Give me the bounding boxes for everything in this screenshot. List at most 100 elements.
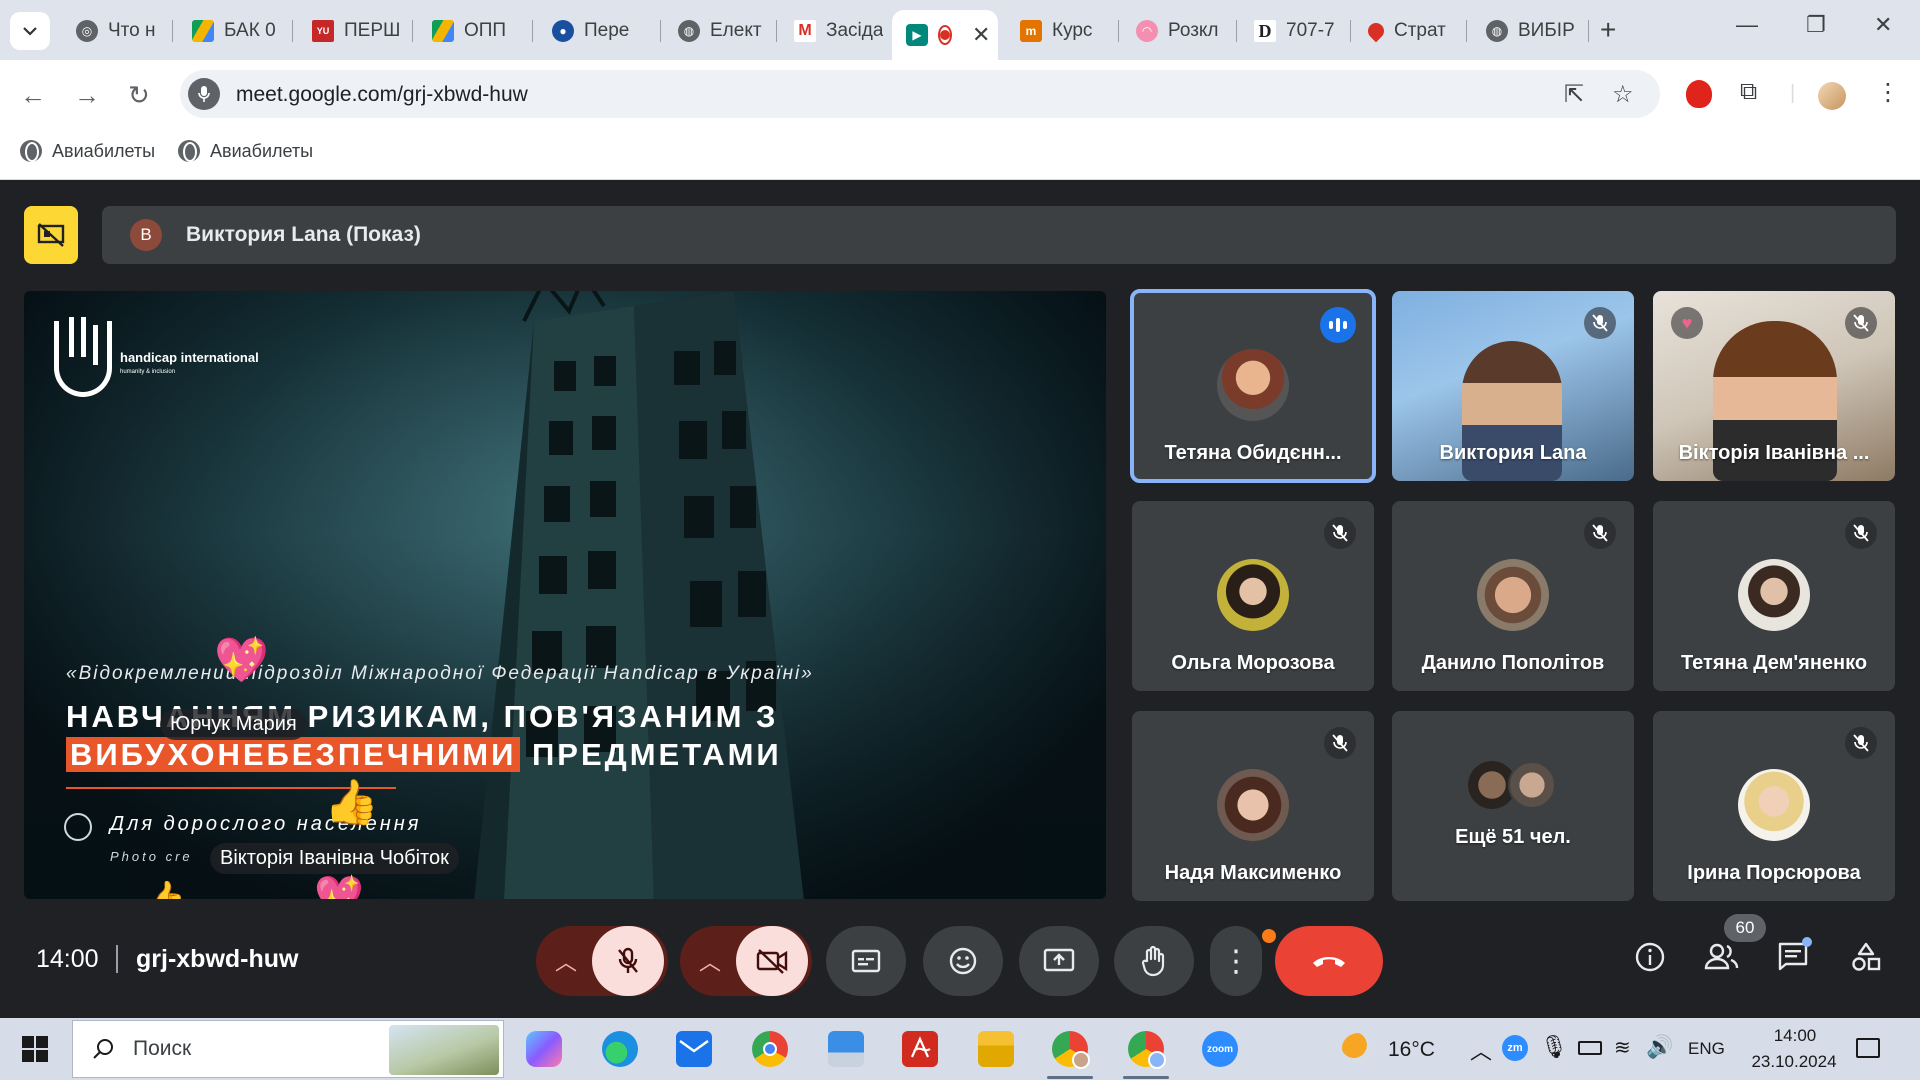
d-icon: D: [1254, 20, 1276, 42]
chevron-up-icon[interactable]: ︿: [1470, 1034, 1492, 1066]
more-participants-tile[interactable]: Ещё 51 чел.: [1392, 711, 1634, 901]
tab-divider: [1236, 20, 1237, 42]
participant-tile[interactable]: Тетяна Обидєнн...: [1130, 289, 1376, 483]
tab-divider: [1118, 20, 1119, 42]
participant-tile[interactable]: ♥ Вікторія Іванівна ...: [1653, 291, 1895, 481]
mic-off-icon: [1324, 517, 1356, 549]
activities-icon[interactable]: [1850, 941, 1882, 978]
open-in-app-icon[interactable]: ⇱: [1564, 80, 1584, 109]
participant-tile[interactable]: Тетяна Дем'яненко: [1653, 501, 1895, 691]
participant-tile[interactable]: Надя Максименко: [1132, 711, 1374, 901]
bookmark-star-icon[interactable]: ☆: [1612, 80, 1634, 109]
mic-off-icon: [1324, 727, 1356, 759]
captions-button[interactable]: [826, 926, 906, 996]
participant-name: Виктория Lana: [1439, 442, 1587, 464]
browser-tab[interactable]: YU ПЕРШ: [298, 10, 406, 52]
browser-tab[interactable]: ◍ Елект: [664, 10, 774, 52]
bookmark-item[interactable]: Авиабилеты: [178, 140, 313, 162]
forward-icon[interactable]: →: [74, 80, 100, 111]
globe-icon: [20, 140, 42, 162]
adblock-extension-icon[interactable]: [1686, 80, 1712, 108]
taskbar-search-box[interactable]: Поиск: [72, 1020, 504, 1078]
chrome-profile-icon[interactable]: [1128, 1031, 1166, 1069]
meeting-info-icon[interactable]: [1634, 941, 1666, 978]
wifi-icon[interactable]: ≋: [1614, 1035, 1631, 1060]
battery-icon[interactable]: [1578, 1041, 1602, 1055]
camera-toggle-button[interactable]: [736, 926, 808, 996]
zoom-icon[interactable]: zoom: [1202, 1031, 1238, 1067]
raise-hand-button[interactable]: [1114, 926, 1194, 996]
weather-icon[interactable]: [1342, 1033, 1376, 1063]
mic-toggle-button[interactable]: [592, 926, 664, 996]
mail-icon[interactable]: [676, 1031, 712, 1067]
edge-icon[interactable]: [602, 1031, 638, 1067]
microphone-permission-icon[interactable]: [188, 78, 220, 110]
chrome-profile-icon[interactable]: [1052, 1031, 1090, 1069]
extensions-icon[interactable]: ⧉: [1740, 78, 1757, 106]
tray-date[interactable]: 23.10.2024: [1742, 1052, 1846, 1072]
browser-tab[interactable]: Страт: [1354, 10, 1460, 52]
profile-avatar[interactable]: [1818, 82, 1846, 110]
restore-icon[interactable]: ❐: [1806, 12, 1826, 38]
file-explorer-icon[interactable]: [978, 1031, 1014, 1067]
participant-tile[interactable]: Виктория Lana: [1392, 291, 1634, 481]
volume-icon[interactable]: 🔊: [1646, 1034, 1673, 1060]
closed-captions-icon: [851, 949, 881, 973]
tray-time[interactable]: 14:00: [1762, 1026, 1828, 1046]
people-icon[interactable]: [1704, 941, 1740, 976]
leave-call-button[interactable]: [1275, 926, 1383, 996]
copilot-icon[interactable]: [526, 1031, 562, 1067]
browser-tab[interactable]: ◎ Что н: [62, 10, 166, 52]
browser-tab[interactable]: m Курс: [1006, 10, 1114, 52]
zoom-tray-icon[interactable]: zm: [1502, 1035, 1528, 1061]
browser-tab[interactable]: ◠ Розкл: [1122, 10, 1232, 52]
browser-tab[interactable]: ● Пере: [538, 10, 656, 52]
new-tab-button[interactable]: +: [1600, 14, 1616, 46]
shared-screen[interactable]: handicap international humanity & inclus…: [24, 291, 1106, 899]
browser-tab[interactable]: M Засіда: [780, 10, 896, 52]
globe-icon: [178, 140, 200, 162]
more-options-button[interactable]: ⋮: [1210, 926, 1262, 996]
yufa-icon: YU: [312, 20, 334, 42]
browser-tab[interactable]: БАК 0: [178, 10, 286, 52]
bookmark-item[interactable]: Авиабилеты: [20, 140, 155, 162]
mic-off-icon: [618, 947, 638, 973]
remote-desktop-icon[interactable]: [828, 1031, 864, 1067]
microphone-tray-icon[interactable]: 🎙: [1540, 1034, 1568, 1060]
kebab-menu-icon[interactable]: ⋮: [1876, 78, 1900, 107]
chrome-icon: ◎: [76, 20, 98, 42]
address-bar[interactable]: meet.google.com/grj-xbwd-huw ⇱ ☆: [180, 70, 1660, 118]
weather-temperature: 16°C: [1388, 1038, 1435, 1061]
back-icon[interactable]: ←: [20, 80, 46, 111]
participant-tile[interactable]: Ольга Морозова: [1132, 501, 1374, 691]
reaction-sender: Юрчук Мария: [160, 709, 307, 740]
browser-tab[interactable]: D 707-7: [1240, 10, 1344, 52]
reactions-button[interactable]: [923, 926, 1003, 996]
mic-off-icon: [1845, 727, 1877, 759]
close-window-icon[interactable]: ✕: [1874, 12, 1892, 38]
input-language[interactable]: ENG: [1688, 1039, 1725, 1059]
browser-tab-active[interactable]: ▶ ✕: [892, 10, 998, 60]
participant-tile[interactable]: Ірина Порсюрова: [1653, 711, 1895, 901]
tab-search-button[interactable]: [10, 12, 50, 50]
minimize-icon[interactable]: —: [1736, 12, 1758, 38]
browser-tab[interactable]: ◍ ВИБІР: [1472, 10, 1584, 52]
screen: ◎ Что н БАК 0 YU ПЕРШ ОПП ● Пере ◍ Елект: [0, 0, 1920, 1080]
stop-presenting-button[interactable]: [24, 206, 78, 264]
audio-settings-chevron-icon[interactable]: ︿: [540, 945, 592, 977]
running-indicator: [1123, 1076, 1169, 1079]
participant-tile[interactable]: Данило Пополітов: [1392, 501, 1634, 691]
chrome-icon[interactable]: [752, 1031, 788, 1067]
notifications-icon[interactable]: [1856, 1038, 1880, 1058]
windows-start-icon[interactable]: [22, 1036, 48, 1062]
present-screen-button[interactable]: [1019, 926, 1099, 996]
video-settings-chevron-icon[interactable]: ︿: [684, 945, 736, 977]
slide-heading-rest: ПРЕДМЕТАМИ: [520, 737, 782, 772]
close-tab-icon[interactable]: ✕: [972, 22, 990, 48]
more-vert-icon: ⋮: [1221, 944, 1251, 978]
browser-tab[interactable]: ОПП: [418, 10, 526, 52]
handicap-international-logo: handicap international humanity & inclus…: [54, 317, 259, 397]
reload-icon[interactable]: ↻: [128, 80, 150, 111]
end-call-icon: [1313, 957, 1345, 967]
acrobat-icon[interactable]: [902, 1031, 938, 1067]
